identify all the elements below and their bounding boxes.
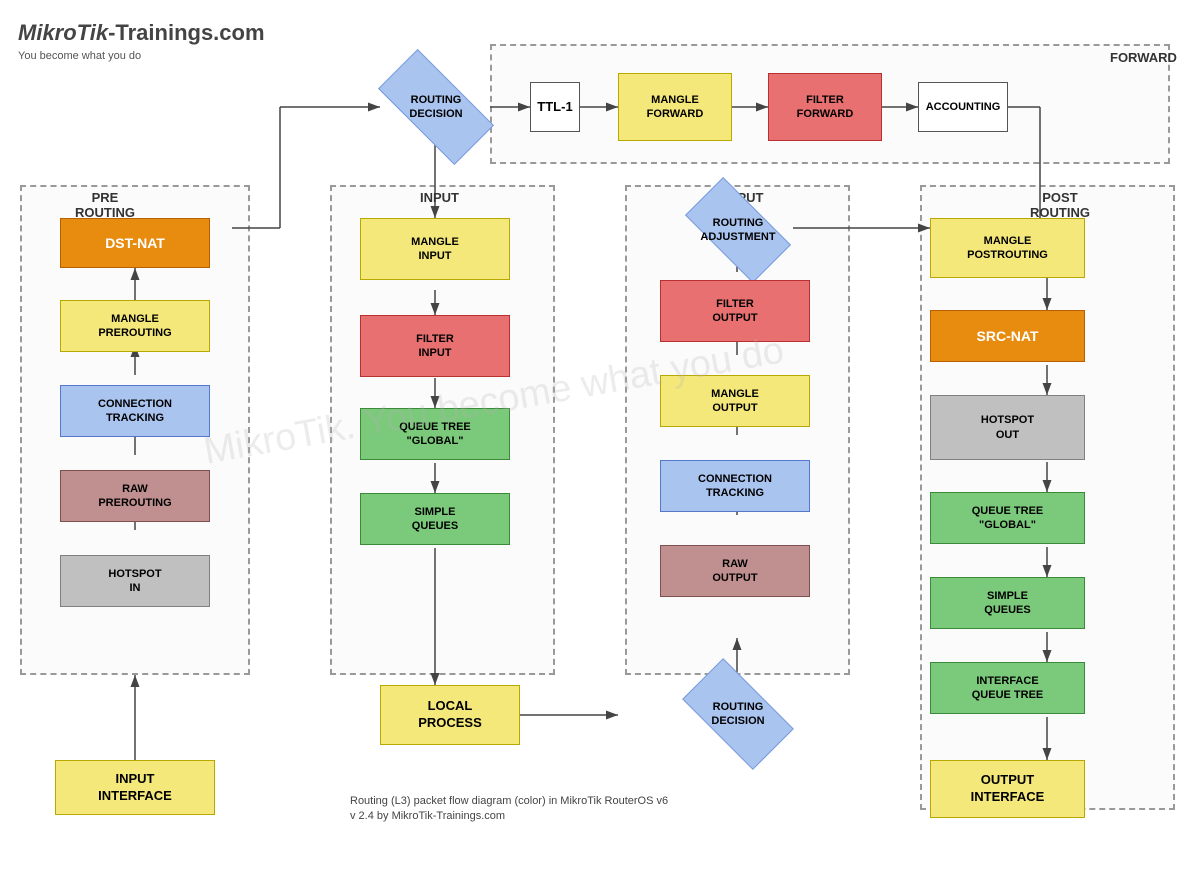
local-process-box: LOCAL PROCESS — [380, 685, 520, 745]
input-interface-box: INPUT INTERFACE — [55, 760, 215, 815]
boxes-layer: FORWARD PRE ROUTING INPUT OUTPUT POST RO… — [0, 0, 1200, 873]
mangle-forward-box: MANGLE FORWARD — [618, 73, 732, 141]
forward-label: FORWARD — [1110, 50, 1177, 65]
filter-output-box: FILTER OUTPUT — [660, 280, 810, 342]
interface-queue-tree-box: INTERFACE QUEUE TREE — [930, 662, 1085, 714]
footer-line2: v 2.4 by MikroTik-Trainings.com — [350, 810, 505, 822]
routing-adjustment-box: ROUTING ADJUSTMENT — [685, 177, 791, 283]
connection-tracking-out-box: CONNECTION TRACKING — [660, 460, 810, 512]
ttl-box: TTL-1 — [530, 82, 580, 132]
accounting-box: ACCOUNTING — [918, 82, 1008, 132]
output-interface-box: OUTPUT INTERFACE — [930, 760, 1085, 818]
raw-prerouting-box: RAW PREROUTING — [60, 470, 210, 522]
post-routing-label: POST ROUTING — [1030, 190, 1090, 220]
routing-decision-bottom-label: ROUTING DECISION — [689, 686, 787, 742]
connection-tracking-pre-box: CONNECTION TRACKING — [60, 385, 210, 437]
queue-tree-input-box: QUEUE TREE "GLOBAL" — [360, 408, 510, 460]
input-label: INPUT — [420, 190, 459, 205]
filter-forward-box: FILTER FORWARD — [768, 73, 882, 141]
routing-decision-bottom: ROUTING DECISION — [682, 658, 794, 770]
mangle-postrouting-box: MANGLE POSTROUTING — [930, 218, 1085, 278]
mangle-prerouting-box: MANGLE PREROUTING — [60, 300, 210, 352]
dst-nat-box: DST-NAT — [60, 218, 210, 268]
routing-decision-top-label: ROUTING DECISION — [383, 80, 489, 134]
src-nat-box: SRC-NAT — [930, 310, 1085, 362]
mangle-output-box: MANGLE OUTPUT — [660, 375, 810, 427]
simple-queues-post-box: SIMPLE QUEUES — [930, 577, 1085, 629]
pre-routing-label: PRE ROUTING — [75, 190, 135, 220]
raw-output-box: RAW OUTPUT — [660, 545, 810, 597]
diagram-container: MikroTik-Trainings.com You become what y… — [0, 0, 1200, 873]
footer-line1: Routing (L3) packet flow diagram (color)… — [350, 795, 668, 807]
filter-input-box: FILTER INPUT — [360, 315, 510, 377]
hotspot-out-box: HOTSPOT OUT — [930, 395, 1085, 460]
hotspot-in-box: HOTSPOT IN — [60, 555, 210, 607]
mangle-input-box: MANGLE INPUT — [360, 218, 510, 280]
routing-decision-top: ROUTING DECISION — [378, 49, 494, 165]
queue-tree-post-box: QUEUE TREE "GLOBAL" — [930, 492, 1085, 544]
routing-adjustment-label: ROUTING ADJUSTMENT — [691, 204, 785, 256]
simple-queues-input-box: SIMPLE QUEUES — [360, 493, 510, 545]
